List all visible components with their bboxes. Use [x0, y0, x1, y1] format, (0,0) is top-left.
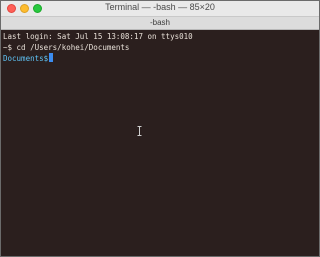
tab-bar: -bash: [1, 17, 319, 30]
ibeam-pointer-icon: [137, 126, 142, 136]
prompt-directory: Documents$: [3, 54, 49, 63]
title-bar[interactable]: Terminal — -bash — 85×20: [1, 1, 319, 17]
cd-command-line: ~$ cd /Users/kohei/Documents: [3, 42, 130, 52]
current-prompt-line: Documents$: [3, 53, 317, 64]
text-cursor: [49, 53, 54, 62]
last-login-line: Last login: Sat Jul 15 13:08:17 on ttys0…: [3, 32, 193, 41]
terminal-window: Terminal — -bash — 85×20 -bash Last logi…: [0, 0, 320, 257]
terminal-output[interactable]: Last login: Sat Jul 15 13:08:17 on ttys0…: [3, 32, 317, 254]
window-title: Terminal — -bash — 85×20: [105, 2, 215, 12]
tab-bash[interactable]: -bash: [1, 17, 319, 29]
